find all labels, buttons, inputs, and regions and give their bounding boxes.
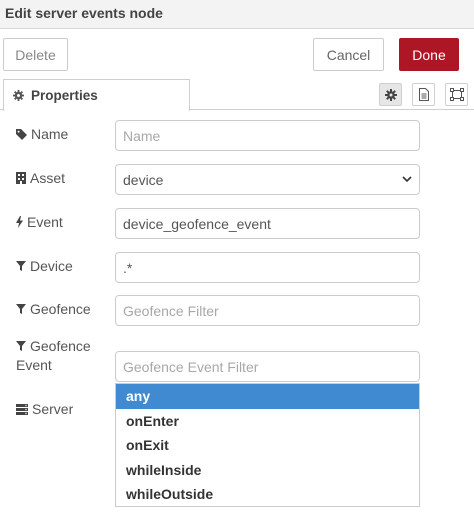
delete-button[interactable]: Delete	[3, 38, 68, 71]
filter-icon	[16, 304, 26, 314]
device-label-row: Device	[16, 258, 73, 274]
geofence-event-dropdown: any onEnter onExit whileInside whileOuts…	[115, 383, 420, 507]
dialog-title: Edit server events node	[5, 5, 163, 21]
asset-select-value: device	[123, 171, 164, 188]
geofence-label: Geofence	[30, 301, 91, 317]
tag-icon	[16, 128, 27, 140]
filter-icon	[16, 341, 26, 351]
bolt-icon	[16, 216, 23, 228]
geofence-input[interactable]	[115, 295, 420, 326]
geofence-event-label-row: Geofence	[16, 338, 91, 354]
geofence-event-label-row2: Event	[16, 357, 52, 373]
event-label-row: Event	[16, 214, 63, 230]
geofence-event-input[interactable]	[115, 351, 420, 382]
dialog-header: Edit server events node	[0, 0, 474, 29]
geofence-label-row: Geofence	[16, 301, 91, 317]
building-icon	[16, 172, 26, 184]
device-label: Device	[30, 258, 73, 274]
gear-icon	[13, 90, 24, 101]
done-button[interactable]: Done	[399, 38, 459, 71]
asset-label-row: Asset	[16, 170, 65, 186]
event-input[interactable]	[115, 208, 420, 239]
server-icon	[16, 403, 28, 415]
dropdown-option-whileoutside[interactable]: whileOutside	[116, 482, 419, 507]
event-label: Event	[27, 214, 63, 230]
dropdown-option-onenter[interactable]: onEnter	[116, 409, 419, 434]
frame-icon	[449, 88, 464, 101]
tab-properties-icon[interactable]	[379, 83, 402, 106]
dropdown-option-any[interactable]: any	[116, 384, 419, 409]
asset-label: Asset	[30, 170, 66, 186]
document-icon	[418, 88, 429, 101]
tab-properties[interactable]: Properties	[3, 79, 190, 111]
geofence-event-label-line1: Geofence	[30, 338, 91, 354]
server-label: Server	[32, 401, 74, 417]
server-label-row: Server	[16, 401, 73, 417]
geofence-event-label-line2: Event	[16, 357, 52, 373]
tab-description[interactable]	[412, 83, 435, 106]
device-input[interactable]	[115, 252, 420, 283]
name-label-row: Name	[16, 126, 68, 142]
chevron-down-icon	[402, 176, 412, 183]
asset-select[interactable]: device	[115, 164, 420, 195]
cancel-button[interactable]: Cancel	[313, 38, 384, 71]
tab-appearance[interactable]	[445, 83, 468, 106]
name-input[interactable]	[115, 120, 420, 151]
tab-properties-label: Properties	[31, 88, 98, 103]
dropdown-option-whileinside[interactable]: whileInside	[116, 458, 419, 483]
gear-icon	[384, 88, 397, 101]
name-label: Name	[31, 126, 69, 142]
dropdown-option-onexit[interactable]: onExit	[116, 433, 419, 458]
filter-icon	[16, 261, 26, 271]
